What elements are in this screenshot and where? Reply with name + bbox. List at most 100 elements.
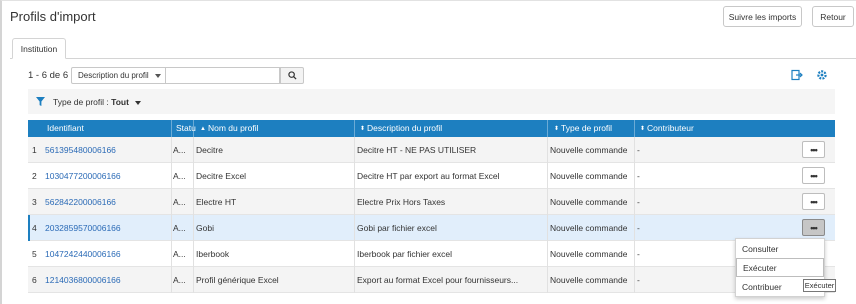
row-number: 5 [32, 249, 37, 259]
row-id-link[interactable]: 1030477200006166 [45, 171, 121, 181]
col-description[interactable]: ⬍ Description du profil [360, 123, 442, 133]
tab-institution[interactable]: Institution [12, 38, 66, 59]
cell-divider [193, 267, 194, 293]
row-name: Iberbook [196, 249, 230, 259]
cell-divider [171, 137, 172, 163]
row-description: Iberbook par fichier excel [357, 249, 452, 259]
row-contributor: - [637, 171, 640, 181]
settings-icon[interactable] [816, 69, 828, 81]
row-actions-button[interactable]: ••• [802, 219, 825, 236]
row-description: Electre Prix Hors Taxes [357, 197, 446, 207]
cell-divider [171, 215, 172, 241]
table-row[interactable]: 1 561395480006166 A... Decitre Decitre H… [28, 137, 835, 163]
tooltip: Exécuter [803, 279, 836, 292]
row-status: A... [173, 197, 186, 207]
row-id-link[interactable]: 1214036800006166 [45, 275, 121, 285]
table-row[interactable]: 5 1047242440006166 A... Iberbook Iberboo… [28, 241, 835, 267]
profile-type-filter[interactable]: Type de profil : Tout [53, 97, 142, 107]
sort-both-icon: ⬍ [360, 126, 366, 132]
row-status: A... [173, 223, 186, 233]
menu-item-consulter[interactable]: Consulter [736, 239, 824, 258]
table-header: Identifiant Statu ▲ Nom du profil ⬍ Descri… [28, 120, 835, 137]
col-type[interactable]: ⬍ Type de profil [554, 123, 612, 133]
sort-asc-icon: ▲ [200, 126, 206, 132]
result-count: 1 - 6 de 6 [28, 70, 69, 81]
cell-divider [547, 189, 548, 215]
row-contributor: - [637, 223, 640, 233]
row-id-link[interactable]: 562842200006166 [45, 197, 116, 207]
search-field-label: Description du profil [78, 71, 149, 80]
row-name: Electre HT [196, 197, 237, 207]
search-field-select[interactable]: Description du profil [71, 67, 166, 84]
cell-divider [193, 137, 194, 163]
cell-divider [634, 241, 635, 267]
row-description: Decitre HT par export au format Excel [357, 171, 500, 181]
cell-divider [193, 215, 194, 241]
cell-divider [547, 163, 548, 189]
menu-item-executer[interactable]: Exécuter [736, 258, 824, 277]
table-row[interactable]: 2 1030477200006166 A... Decitre Excel De… [28, 163, 835, 189]
cell-divider [634, 189, 635, 215]
search-button[interactable] [280, 67, 304, 84]
row-actions-button[interactable]: ••• [802, 141, 825, 158]
col-divider [354, 120, 355, 137]
cell-divider [354, 189, 355, 215]
cell-divider [354, 267, 355, 293]
tab-divider [10, 58, 856, 59]
col-nom[interactable]: ▲ Nom du profil [200, 123, 259, 133]
row-description: Export au format Excel pour fournisseurs… [357, 275, 519, 285]
cell-divider [634, 163, 635, 189]
table-row[interactable]: 6 1214036800006166 A... Profil générique… [28, 267, 835, 293]
cell-divider [547, 241, 548, 267]
row-description: Decitre HT - NE PAS UTILISER [357, 145, 477, 155]
row-actions-button[interactable]: ••• [802, 167, 825, 184]
row-type: Nouvelle commande [550, 197, 628, 207]
filter-bar: Type de profil : Tout [28, 89, 835, 114]
export-icon[interactable] [791, 69, 803, 81]
row-number: 3 [32, 197, 37, 207]
cell-divider [354, 241, 355, 267]
cell-divider [193, 241, 194, 267]
search-icon [287, 71, 297, 80]
col-divider [634, 120, 635, 137]
page-title: Profils d'import [10, 9, 96, 24]
col-identifiant[interactable]: Identifiant [47, 123, 84, 133]
cell-divider [547, 137, 548, 163]
row-number: 2 [32, 171, 37, 181]
row-type: Nouvelle commande [550, 275, 628, 285]
filter-icon[interactable] [36, 97, 45, 106]
col-contributeur[interactable]: ⬍ Contributeur [640, 123, 694, 133]
cell-divider [547, 267, 548, 293]
row-type: Nouvelle commande [550, 145, 628, 155]
row-name: Gobi [196, 223, 214, 233]
cell-divider [354, 163, 355, 189]
cell-divider [634, 215, 635, 241]
cell-divider [171, 163, 172, 189]
row-description: Gobi par fichier excel [357, 223, 437, 233]
table-row[interactable]: 3 562842200006166 A... Electre HT Electr… [28, 189, 835, 215]
row-id-link[interactable]: 1047242440006166 [45, 249, 121, 259]
row-actions-button[interactable]: ••• [802, 193, 825, 210]
sort-both-icon: ⬍ [554, 126, 560, 132]
filter-label: Type de profil : [53, 97, 109, 107]
row-number: 1 [32, 145, 37, 155]
row-status: A... [173, 145, 186, 155]
row-id-link[interactable]: 2032859570006166 [45, 223, 121, 233]
col-contributeur-label: Contributeur [647, 123, 694, 133]
search-input[interactable] [166, 67, 280, 84]
cell-divider [171, 241, 172, 267]
table-body: 1 561395480006166 A... Decitre Decitre H… [28, 137, 835, 293]
row-contributor: - [637, 249, 640, 259]
row-number: 4 [32, 223, 37, 233]
follow-imports-button[interactable]: Suivre les imports [723, 6, 802, 27]
cell-divider [354, 215, 355, 241]
col-nom-label: Nom du profil [207, 123, 259, 133]
row-type: Nouvelle commande [550, 223, 628, 233]
back-button[interactable]: Retour [812, 6, 854, 27]
cell-divider [193, 163, 194, 189]
table-row-selected[interactable]: 4 2032859570006166 A... Gobi Gobi par fi… [28, 215, 835, 241]
cell-divider [634, 137, 635, 163]
row-id-link[interactable]: 561395480006166 [45, 145, 116, 155]
col-type-label: Type de profil [561, 123, 613, 133]
cell-divider [193, 189, 194, 215]
